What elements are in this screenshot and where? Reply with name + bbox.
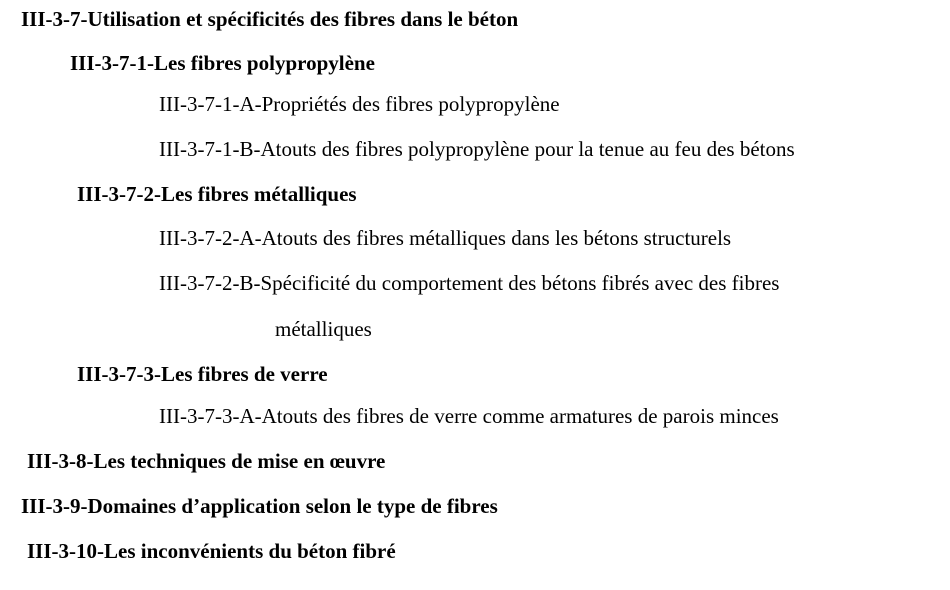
toc-heading-3-8: III-3-8-Les techniques de mise en œuvre	[27, 449, 386, 473]
toc-entry-3-7-1-b: III-3-7-1-B-Atouts des fibres polypropyl…	[159, 137, 795, 161]
toc-heading-3-7: III-3-7-Utilisation et spécificités des …	[21, 7, 519, 31]
toc-heading-3-9: III-3-9-Domaines d’application selon le …	[21, 494, 498, 518]
toc-heading-3-10: III-3-10-Les inconvénients du béton fibr…	[27, 539, 396, 563]
toc-entry-3-7-2-b-continuation: métalliques	[275, 317, 372, 341]
toc-heading-3-7-3: III-3-7-3-Les fibres de verre	[77, 362, 328, 386]
toc-entry-3-7-2-b: III-3-7-2-B-Spécificité du comportement …	[159, 271, 780, 295]
toc-heading-3-7-2: III-3-7-2-Les fibres métalliques	[77, 182, 357, 206]
toc-entry-3-7-3-a: III-3-7-3-A-Atouts des fibres de verre c…	[159, 404, 779, 428]
toc-entry-3-7-2-a: III-3-7-2-A-Atouts des fibres métallique…	[159, 226, 732, 250]
toc-entry-3-7-1-a: III-3-7-1-A-Propriétés des fibres polypr…	[159, 92, 560, 116]
toc-heading-3-7-1: III-3-7-1-Les fibres polypropylène	[70, 51, 375, 75]
